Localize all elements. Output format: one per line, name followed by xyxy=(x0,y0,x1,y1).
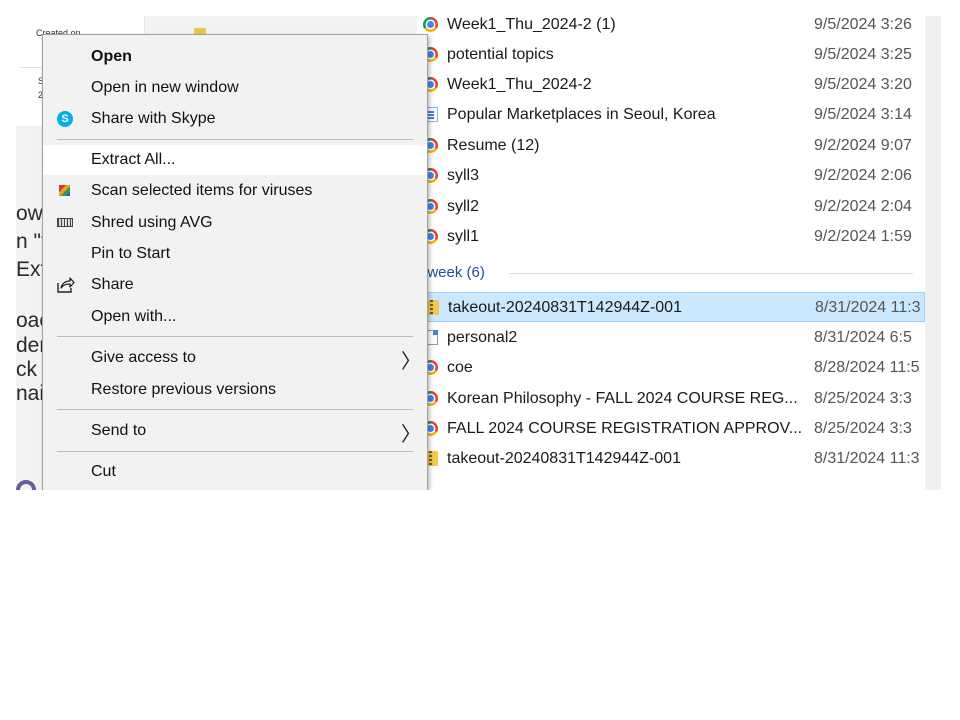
file-date: 8/31/2024 6:5 xyxy=(814,329,912,346)
file-date: 8/31/2024 11:3 xyxy=(815,299,921,316)
file-list: Week1_Thu_2024-2 (1) 9/5/2024 3:26 potent… xyxy=(417,10,925,490)
menu-separator xyxy=(57,409,413,410)
file-date: 8/28/2024 11:5 xyxy=(814,359,920,376)
group-header-last-week[interactable]: t week (6) xyxy=(417,262,925,286)
group-label: t week (6) xyxy=(419,264,485,281)
file-name: takeout-20240831T142944Z-001 xyxy=(448,299,682,316)
menu-separator xyxy=(57,139,413,140)
skype-icon: S xyxy=(57,111,73,127)
menu-item-open-with[interactable]: Open with... xyxy=(43,302,427,332)
file-name: potential topics xyxy=(447,46,554,63)
menu-item-label: Extract All... xyxy=(91,151,176,168)
file-row[interactable]: Week1_Thu_2024-2 (1) 9/5/2024 3:26 xyxy=(417,10,925,40)
menu-item-open-new-window[interactable]: Open in new window xyxy=(43,73,427,103)
file-date: 9/5/2024 3:20 xyxy=(814,76,912,93)
file-name: takeout-20240831T142944Z-001 xyxy=(447,450,681,467)
file-row[interactable]: personal2 8/31/2024 6:5 xyxy=(417,323,925,353)
menu-item-cut[interactable]: Cut xyxy=(43,457,427,487)
file-row[interactable]: takeout-20240831T142944Z-001 8/31/2024 11… xyxy=(417,444,925,474)
menu-item-label: Pin to Start xyxy=(91,245,171,262)
file-row[interactable]: potential topics 9/5/2024 3:25 xyxy=(417,40,925,70)
text-fragment: nai xyxy=(16,382,45,405)
menu-item-label: Send to xyxy=(91,422,147,439)
screenshot-area: own n "t Ext oac der ck ' nai Created on… xyxy=(0,0,960,490)
file-date: 9/5/2024 3:26 xyxy=(814,16,912,33)
menu-item-shred-avg[interactable]: Shred using AVG xyxy=(43,208,427,238)
menu-item-label: Open with... xyxy=(91,308,177,325)
file-name: Week1_Thu_2024-2 (1) xyxy=(447,16,616,33)
menu-item-send-to[interactable]: Send to 〉 xyxy=(43,416,427,446)
file-date: 9/5/2024 3:25 xyxy=(814,46,912,63)
menu-item-open[interactable]: Open xyxy=(43,42,427,72)
divider xyxy=(509,273,913,274)
menu-separator xyxy=(57,451,413,452)
file-row[interactable]: Korean Philosophy - FALL 2024 COURSE REG… xyxy=(417,384,925,414)
file-name: Popular Marketplaces in Seoul, Korea xyxy=(447,106,716,123)
file-date: 8/25/2024 3:3 xyxy=(814,390,912,407)
menu-item-label: Share with Skype xyxy=(91,110,216,127)
menu-item-pin-start[interactable]: Pin to Start xyxy=(43,239,427,269)
menu-item-label: Give access to xyxy=(91,349,196,366)
menu-separator xyxy=(57,336,413,337)
file-name: personal2 xyxy=(447,329,518,346)
file-date: 9/2/2024 2:06 xyxy=(814,167,912,184)
file-name: FALL 2024 COURSE REGISTRATION APPROV... xyxy=(447,420,803,437)
chevron-right-icon: 〉 xyxy=(401,351,421,373)
file-name: coe xyxy=(447,359,473,376)
avg-icon xyxy=(59,185,70,196)
file-name: Week1_Thu_2024-2 xyxy=(447,76,592,93)
file-date: 9/2/2024 9:07 xyxy=(814,137,912,154)
file-date: 9/5/2024 3:14 xyxy=(814,106,912,123)
chrome-icon xyxy=(423,17,438,32)
file-name: Korean Philosophy - FALL 2024 COURSE REG… xyxy=(447,390,798,407)
menu-item-share[interactable]: Share xyxy=(43,270,427,300)
file-date: 9/2/2024 2:04 xyxy=(814,198,912,215)
file-row[interactable]: coe 8/28/2024 11:5 xyxy=(417,353,925,383)
menu-item-label: Cut xyxy=(91,463,116,480)
menu-item-extract-all[interactable]: Extract All... xyxy=(43,145,427,175)
menu-item-label: Restore previous versions xyxy=(91,381,276,398)
file-name: syll1 xyxy=(447,228,480,245)
menu-item-share-skype[interactable]: S Share with Skype xyxy=(43,104,427,134)
menu-item-label: Share xyxy=(91,276,134,293)
menu-item-label: Scan selected items for viruses xyxy=(91,182,313,199)
menu-item-label: Open in new window xyxy=(91,79,239,96)
file-row[interactable]: syll2 9/2/2024 2:04 xyxy=(417,192,925,222)
file-row[interactable]: FALL 2024 COURSE REGISTRATION APPROV... 8… xyxy=(417,414,925,444)
file-name: syll3 xyxy=(447,167,480,184)
file-date: 8/31/2024 11:3 xyxy=(814,450,920,467)
file-row[interactable]: Resume (12) 9/2/2024 9:07 xyxy=(417,131,925,161)
file-row[interactable]: syll3 9/2/2024 2:06 xyxy=(417,161,925,191)
menu-item-scan-viruses[interactable]: Scan selected items for viruses xyxy=(43,176,427,206)
file-date: 9/2/2024 1:59 xyxy=(814,228,912,245)
file-date: 8/25/2024 3:3 xyxy=(814,420,912,437)
file-name: syll2 xyxy=(447,198,480,215)
file-row[interactable]: Popular Marketplaces in Seoul, Korea 9/5/… xyxy=(417,100,925,130)
file-row[interactable]: Week1_Thu_2024-2 9/5/2024 3:20 xyxy=(417,70,925,100)
chevron-right-icon: 〉 xyxy=(401,424,421,446)
file-name: Resume (12) xyxy=(447,137,540,154)
shredder-icon xyxy=(57,218,73,227)
file-row[interactable]: syll1 9/2/2024 1:59 xyxy=(417,222,925,252)
context-menu: Open Open in new window S Share with Sky… xyxy=(42,34,428,490)
menu-item-label: Shred using AVG xyxy=(91,214,213,231)
scrollbar-track[interactable] xyxy=(925,16,941,490)
menu-item-give-access[interactable]: Give access to 〉 xyxy=(43,343,427,373)
share-icon xyxy=(57,277,75,293)
menu-item-label: Open xyxy=(91,48,132,65)
menu-item-restore-versions[interactable]: Restore previous versions xyxy=(43,375,427,405)
file-row-selected[interactable]: takeout-20240831T142944Z-001 8/31/2024 11… xyxy=(417,292,925,322)
